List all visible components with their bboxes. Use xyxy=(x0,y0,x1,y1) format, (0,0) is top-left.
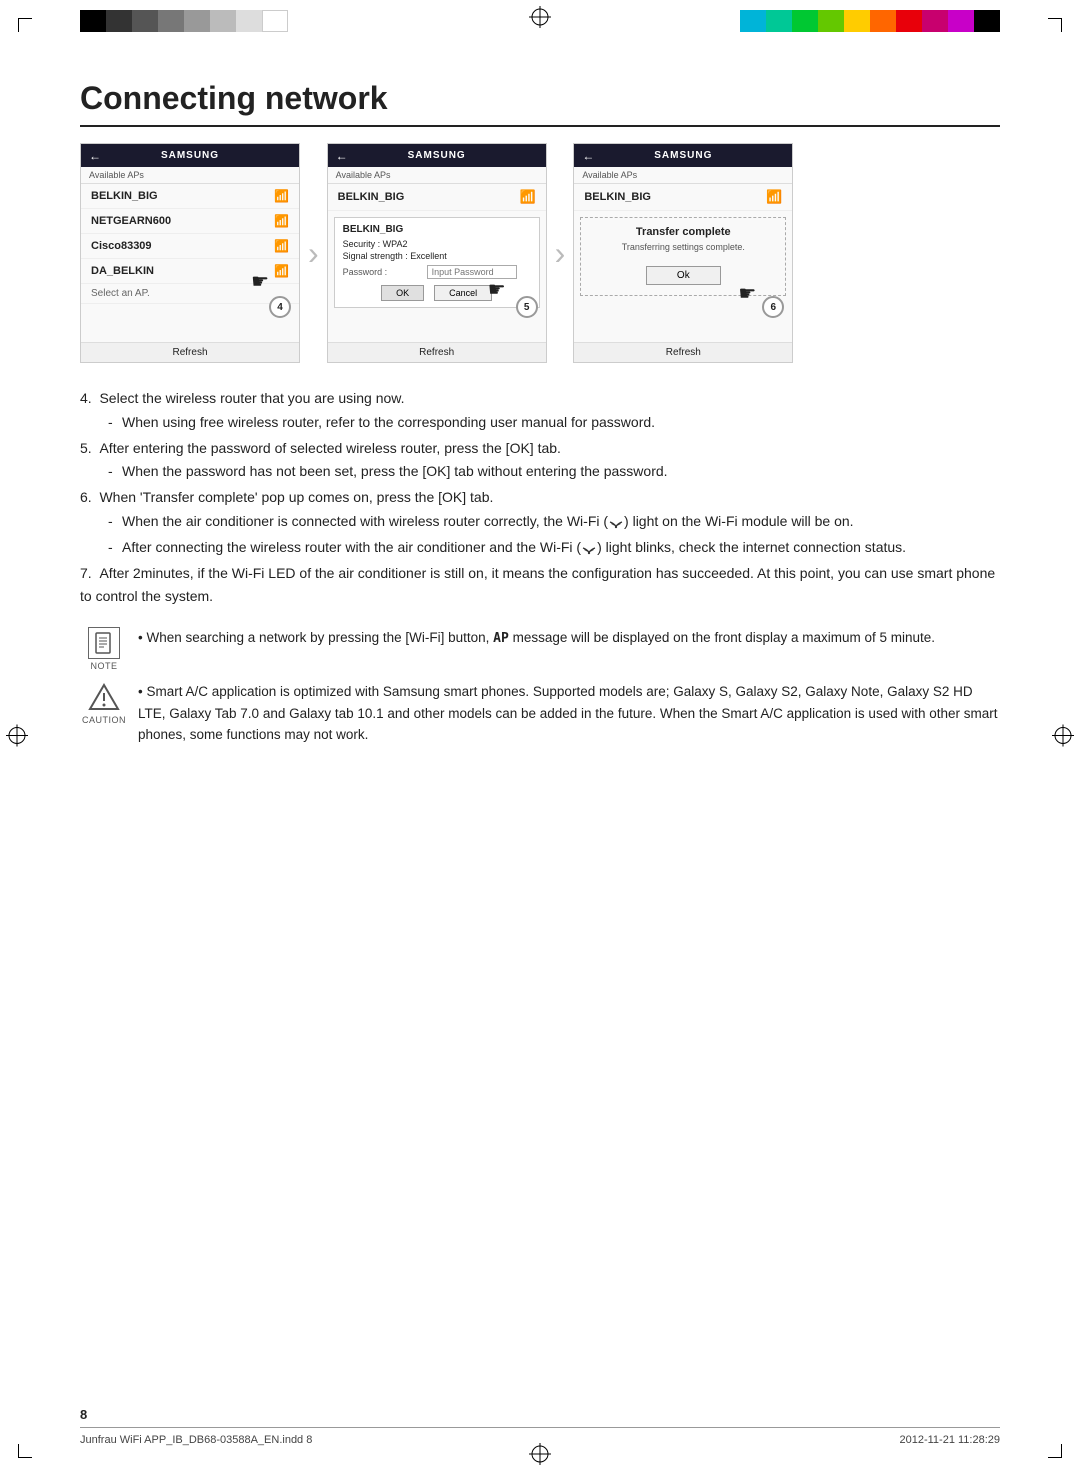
footer-right: 2012-11-21 11:28:29 xyxy=(899,1434,1000,1446)
page-content: Connecting network ← SAMSUNG Available A… xyxy=(80,80,1000,746)
ss3-content: BELKIN_BIG 📶 Transfer complete Transferr… xyxy=(574,184,792,354)
ss1-network-list: BELKIN_BIG📶NETGEARN600📶Cisco83309📶DA_BEL… xyxy=(81,184,299,354)
instructions: 4. Select the wireless router that you a… xyxy=(80,387,1000,609)
footer-left: Junfrau WiFi APP_IB_DB68-03588A_EN.indd … xyxy=(80,1434,312,1446)
instruction-list: 4. Select the wireless router that you a… xyxy=(80,387,1000,609)
note-box: NOTE • When searching a network by press… xyxy=(80,627,1000,671)
step-6: 6. When 'Transfer complete' pop up comes… xyxy=(80,486,1000,559)
ss2-content: BELKIN_BIG 📶 BELKIN_BIG Security : WPA2 … xyxy=(328,184,546,354)
note-icon xyxy=(88,627,120,659)
arrow-2: › xyxy=(555,235,566,272)
screenshots-row: ← SAMSUNG Available APs BELKIN_BIG📶NETGE… xyxy=(80,143,1000,363)
reg-mark-bottom xyxy=(529,1443,551,1470)
page-number: 8 xyxy=(80,1407,87,1422)
ss2-hand-cursor: ☛ xyxy=(488,277,506,302)
corner-mark-bl xyxy=(18,1444,32,1458)
reg-mark-right xyxy=(1052,725,1074,752)
ss2-refresh: Refresh xyxy=(328,342,546,362)
caution-text: • Smart A/C application is optimized wit… xyxy=(138,681,1000,746)
step4-text: Select the wireless router that you are … xyxy=(99,390,404,406)
ss3-transfer-sub: Transferring settings complete. xyxy=(585,242,781,256)
caution-icon xyxy=(88,681,120,713)
ss2-wifi-icon: 📶 xyxy=(519,189,535,205)
step4-subs: When using free wireless router, refer t… xyxy=(80,411,1000,435)
ss2-password-label: Password : xyxy=(343,267,423,277)
step6-text: When 'Transfer complete' pop up comes on… xyxy=(99,489,493,505)
step6-sub1: When the air conditioner is connected wi… xyxy=(108,510,1000,534)
caution-label: CAUTION xyxy=(82,715,126,725)
ss2-signal: Signal strength : Excellent xyxy=(343,251,531,261)
caution-box: CAUTION • Smart A/C application is optim… xyxy=(80,681,1000,746)
ss1-hand-cursor: ☛ xyxy=(251,269,269,294)
screenshot-2: ← SAMSUNG Available APs BELKIN_BIG 📶 BEL… xyxy=(327,143,547,363)
ss1-network-item: Cisco83309📶 xyxy=(81,234,299,259)
step4-sub1: When using free wireless router, refer t… xyxy=(108,411,1000,435)
ss2-subtitle: Available APs xyxy=(328,167,546,184)
step-5: 5. After entering the password of select… xyxy=(80,437,1000,485)
ss3-top-network: BELKIN_BIG 📶 xyxy=(574,184,792,211)
step4-num: 4. xyxy=(80,390,99,406)
ss2-ok-button[interactable]: OK xyxy=(381,285,424,301)
ap-symbol: AP xyxy=(493,631,509,646)
step6-num: 6. xyxy=(80,489,99,505)
step5-num: 5. xyxy=(80,440,99,456)
step6-sub2: After connecting the wireless router wit… xyxy=(108,536,1000,560)
page-title: Connecting network xyxy=(80,80,1000,127)
ss3-step-badge: 6 xyxy=(762,296,784,318)
screenshot-3: ← SAMSUNG Available APs BELKIN_BIG 📶 Tra… xyxy=(573,143,793,363)
ss1-refresh: Refresh xyxy=(81,342,299,362)
ss1-network-item: BELKIN_BIG📶 xyxy=(81,184,299,209)
caution-icon-wrap: CAUTION xyxy=(80,681,128,725)
ss2-step-badge: 5 xyxy=(516,296,538,318)
arrow-1: › xyxy=(308,235,319,272)
ss3-back-icon: ← xyxy=(582,149,595,163)
screenshot-1: ← SAMSUNG Available APs BELKIN_BIG📶NETGE… xyxy=(80,143,300,363)
step-4: 4. Select the wireless router that you a… xyxy=(80,387,1000,435)
ss3-hand-cursor: ☛ xyxy=(738,281,756,306)
ss2-cancel-button[interactable]: Cancel xyxy=(434,285,492,301)
ss3-header: ← SAMSUNG xyxy=(574,144,792,167)
step5-subs: When the password has not been set, pres… xyxy=(80,460,1000,484)
ss2-security: Security : WPA2 xyxy=(343,239,531,249)
ss1-back-icon: ← xyxy=(89,149,102,163)
ss3-refresh: Refresh xyxy=(574,342,792,362)
ss1-brand: SAMSUNG xyxy=(161,150,219,161)
ss2-brand: SAMSUNG xyxy=(408,150,466,161)
note-label: NOTE xyxy=(90,661,117,671)
ss1-header: ← SAMSUNG xyxy=(81,144,299,167)
color-strip-cmyk xyxy=(740,10,1000,32)
step-7: 7. After 2minutes, if the Wi-Fi LED of t… xyxy=(80,562,1000,610)
corner-mark-tl xyxy=(18,18,32,32)
step6-subs: When the air conditioner is connected wi… xyxy=(80,510,1000,560)
step7-num: 7. xyxy=(80,565,99,581)
ss3-ok-button[interactable]: Ok xyxy=(646,266,721,285)
ss1-network-item: NETGEARN600📶 xyxy=(81,209,299,234)
ss3-brand: SAMSUNG xyxy=(654,150,712,161)
step5-sub1: When the password has not been set, pres… xyxy=(108,460,1000,484)
note-icon-wrap: NOTE xyxy=(80,627,128,671)
ss1-subtitle: Available APs xyxy=(81,167,299,184)
ss2-dialog-title: BELKIN_BIG xyxy=(343,224,531,235)
reg-mark-left xyxy=(6,725,28,752)
ss2-dialog: BELKIN_BIG Security : WPA2 Signal streng… xyxy=(334,217,540,308)
reg-mark-top xyxy=(529,6,551,33)
corner-mark-br xyxy=(1048,1444,1062,1458)
ss3-wifi-icon: 📶 xyxy=(766,189,782,205)
step5-text: After entering the password of selected … xyxy=(99,440,560,456)
ss2-top-network: BELKIN_BIG 📶 xyxy=(328,184,546,211)
step7-text: After 2minutes, if the Wi-Fi LED of the … xyxy=(80,565,995,605)
color-strip-grayscale xyxy=(80,10,288,32)
ss1-step-badge: 4 xyxy=(269,296,291,318)
bottom-bar: Junfrau WiFi APP_IB_DB68-03588A_EN.indd … xyxy=(80,1427,1000,1446)
ss3-subtitle: Available APs xyxy=(574,167,792,184)
corner-mark-tr xyxy=(1048,18,1062,32)
ss2-back-icon: ← xyxy=(336,149,349,163)
note-text: • When searching a network by pressing t… xyxy=(138,627,1000,650)
ss3-transfer-complete: Transfer complete xyxy=(585,222,781,242)
ss2-header: ← SAMSUNG xyxy=(328,144,546,167)
